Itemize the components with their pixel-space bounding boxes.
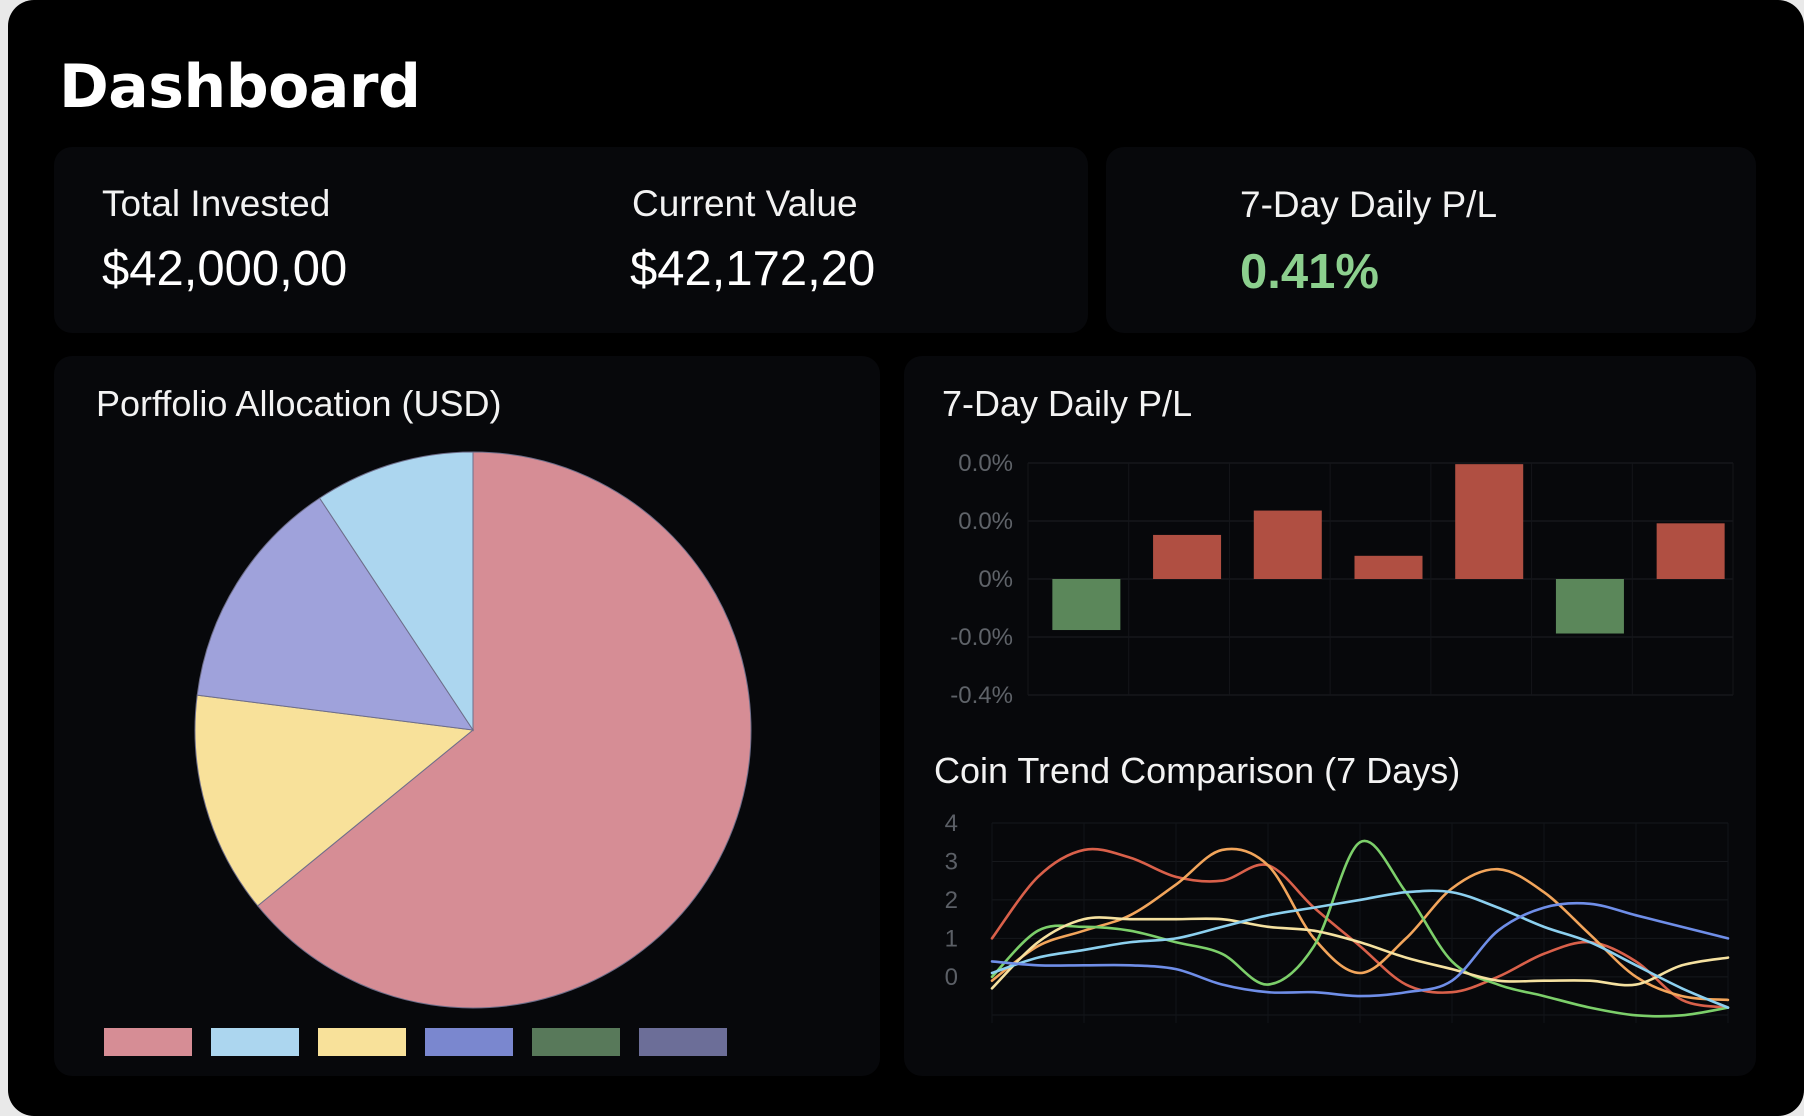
page-title: Dashboard	[59, 52, 421, 122]
total-invested-label: Total Invested	[102, 183, 331, 224]
bar-y-tick-label: -0.4%	[950, 682, 1013, 709]
pl-bar-day-1	[1052, 579, 1121, 631]
daily-pl-chart-title: 7-Day Daily P/L	[942, 383, 1193, 424]
trend-chart-title: Coin Trend Comparison (7 Days)	[934, 750, 1461, 791]
pl-bar-day-4	[1354, 555, 1423, 579]
bar-chart-y-ticks: 0.0% 0.0% 0% -0.0% -0.4%	[950, 450, 1013, 709]
allocation-legend	[104, 1028, 727, 1056]
summary-card: Total Invested $42,000,00 Current Value …	[54, 147, 1088, 333]
legend-swatch-6	[639, 1028, 727, 1056]
pl-bar-day-6	[1555, 579, 1624, 634]
pie-slices	[194, 451, 752, 1009]
coin-trend-line-chart: 4 3 2 1 0	[945, 810, 1730, 1023]
legend-swatch-5	[532, 1028, 620, 1056]
daily-pl-bar-chart: 0.0% 0.0% 0% -0.0% -0.4%	[950, 450, 1734, 709]
line-y-tick-label: 1	[945, 925, 958, 952]
line-y-tick-label: 3	[945, 848, 958, 875]
daily-pl-label: 7-Day Daily P/L	[1240, 184, 1498, 225]
line-chart-y-ticks: 4 3 2 1 0	[945, 810, 958, 991]
legend-swatch-1	[104, 1028, 192, 1056]
line-chart-grid	[991, 822, 1729, 1023]
bar-y-tick-label: 0%	[978, 566, 1013, 593]
line-y-tick-label: 0	[945, 964, 958, 991]
pl-bar-day-5	[1455, 464, 1524, 579]
legend-swatch-4	[425, 1028, 513, 1056]
current-value-label: Current Value	[632, 183, 858, 224]
pl-bar-day-2	[1153, 534, 1222, 579]
line-y-tick-label: 4	[945, 810, 958, 837]
legend-swatch-3	[318, 1028, 406, 1056]
current-value-value: $42,172,20	[630, 242, 876, 296]
daily-pl-value: 0.41%	[1240, 245, 1379, 299]
bar-chart-bars	[1052, 464, 1725, 634]
bar-y-tick-label: 0.0%	[958, 450, 1013, 477]
line-y-tick-label: 2	[945, 887, 958, 914]
legend-swatch-2	[211, 1028, 299, 1056]
total-invested-value: $42,000,00	[102, 242, 348, 296]
dashboard-window: Dashboard Total Invested $42,000,00 Curr…	[8, 0, 1804, 1116]
allocation-title: Porffolio Allocation (USD)	[96, 383, 502, 424]
bar-y-tick-label: -0.0%	[950, 624, 1013, 651]
pl-bar-day-7	[1656, 523, 1725, 579]
bar-y-tick-label: 0.0%	[958, 508, 1013, 535]
allocation-pie-chart	[194, 451, 752, 1009]
daily-pl-card: 7-Day Daily P/L 0.41%	[1106, 147, 1756, 333]
pl-bar-day-3	[1253, 510, 1322, 579]
